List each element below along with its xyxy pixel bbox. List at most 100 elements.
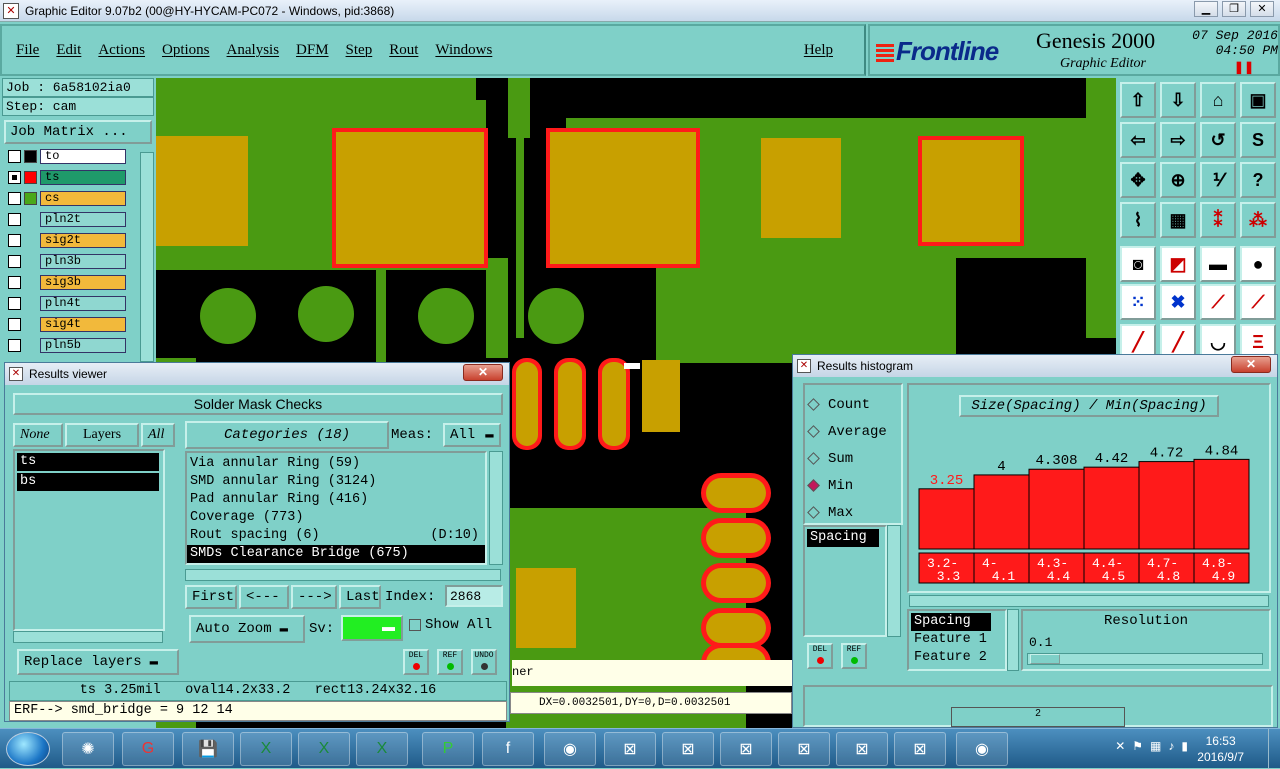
layer-checkbox[interactable] [8, 234, 21, 247]
layer-checkbox[interactable] [8, 255, 21, 268]
histogram-bar[interactable] [918, 488, 975, 550]
menu-file[interactable]: File [16, 42, 39, 59]
net-select-icon[interactable]: ⁂ [1240, 202, 1276, 238]
show-desktop-button[interactable] [1268, 729, 1280, 769]
feature-list-item[interactable]: Feature 1 [911, 631, 1005, 649]
layer-name[interactable]: cs [40, 191, 126, 206]
category-item[interactable]: SMD annular Ring (3124) [187, 473, 485, 491]
taskbar-excel2-icon[interactable]: X [298, 732, 350, 766]
resolution-slider-thumb[interactable] [1030, 654, 1060, 664]
layer-color-swatch[interactable] [24, 150, 37, 163]
layer-checkbox[interactable] [8, 276, 21, 289]
menu-dfm[interactable]: DFM [296, 42, 329, 59]
taskbar-window6-icon[interactable]: ⊠ [894, 732, 946, 766]
category-item[interactable]: Via annular Ring (59) [187, 455, 485, 473]
category-item[interactable]: SMDs Clearance Bridge (675) [187, 545, 485, 563]
close-window-button[interactable]: ✕ [1250, 1, 1274, 17]
tray-power-icon[interactable]: ▮ [1181, 739, 1188, 753]
menu-help[interactable]: Help [804, 42, 833, 59]
taskbar-window1-icon[interactable]: ⊠ [604, 732, 656, 766]
histogram-list-scrollbar[interactable] [887, 525, 901, 637]
layer-name[interactable]: to [40, 149, 126, 164]
layer-name[interactable]: sig3b [40, 275, 126, 290]
taskbar-save-icon[interactable]: 💾 [182, 732, 234, 766]
undo-button[interactable]: UNDO [471, 649, 497, 675]
layer-list-scrollbar[interactable] [140, 152, 154, 362]
menu-rout[interactable]: Rout [389, 42, 418, 59]
menu-windows[interactable]: Windows [435, 42, 492, 59]
category-item[interactable]: Rout spacing (6) (D:10) [187, 527, 485, 545]
layer-row[interactable]: pln3b [4, 253, 154, 270]
refresh-button[interactable]: REF [437, 649, 463, 675]
feature-list-item[interactable]: Spacing [911, 613, 991, 631]
layer-checkbox[interactable] [8, 339, 21, 352]
layer-color-swatch[interactable] [24, 339, 37, 352]
histogram-bar[interactable] [973, 474, 1030, 550]
pad-icon[interactable]: ● [1240, 246, 1276, 282]
layer-checkbox[interactable] [8, 150, 21, 163]
menu-edit[interactable]: Edit [56, 42, 81, 59]
layer-row[interactable]: sig4t [4, 316, 154, 333]
layer-name[interactable]: pln2t [40, 212, 126, 227]
index-input[interactable] [445, 585, 503, 607]
layer-name[interactable]: sig2t [40, 233, 126, 248]
connect-icon[interactable]: ⁙ [1120, 284, 1156, 320]
arrow-line-icon[interactable]: ⟋ [1240, 284, 1276, 320]
start-button[interactable] [6, 732, 50, 766]
layer-name[interactable]: ts [40, 170, 126, 185]
layer-color-swatch[interactable] [24, 255, 37, 268]
undo-view-icon[interactable]: ↺ [1200, 122, 1236, 158]
grid-icon[interactable]: ▦ [1160, 202, 1196, 238]
layer-name[interactable]: pln3b [40, 254, 126, 269]
layer-color-swatch[interactable] [24, 318, 37, 331]
histogram-list[interactable]: Spacing [803, 525, 887, 637]
layer-checkbox[interactable] [8, 171, 21, 184]
histogram-list-item[interactable]: Spacing [807, 529, 879, 547]
layer-color-swatch[interactable] [24, 276, 37, 289]
ruler-icon[interactable]: ▬ [1200, 246, 1236, 282]
pan-right-icon[interactable]: ⇨ [1160, 122, 1196, 158]
measure-icon[interactable]: ⌇ [1120, 202, 1156, 238]
all-button[interactable]: All [141, 423, 175, 447]
histogram-close-button[interactable]: ✕ [1231, 356, 1271, 373]
taskbar-app-shell-icon[interactable]: ✺ [62, 732, 114, 766]
show-all-checkbox[interactable] [409, 619, 421, 631]
tray-x-icon[interactable]: ✕ [1115, 739, 1125, 753]
layer-checkbox[interactable] [8, 192, 21, 205]
layer-name[interactable]: pln4t [40, 296, 126, 311]
taskbar-excel-icon[interactable]: X [240, 732, 292, 766]
meas-dropdown[interactable]: All ▬ [443, 423, 501, 447]
feature-list-scrollbar[interactable] [1007, 609, 1019, 671]
category-list[interactable]: Via annular Ring (59) SMD annular Ring (3… [185, 451, 487, 565]
pause-icon[interactable]: ❚❚ [1234, 60, 1254, 74]
layer-row[interactable]: sig2t [4, 232, 154, 249]
histogram-refresh-button[interactable]: REF [841, 643, 867, 669]
feature-list-item[interactable]: Feature 2 [911, 649, 1005, 667]
minimize-button[interactable]: ▁ [1194, 1, 1218, 17]
layer-name[interactable]: pln5b [40, 338, 126, 353]
histogram-delete-button[interactable]: DEL [807, 643, 833, 669]
layer-checkbox[interactable] [8, 318, 21, 331]
polygon-icon[interactable]: ◩ [1160, 246, 1196, 282]
pan-down-icon[interactable]: ⇩ [1160, 82, 1196, 118]
first-button[interactable]: First [185, 585, 237, 609]
taskbar-clock[interactable]: 16:53 2016/9/7 [1197, 733, 1244, 765]
layer-row[interactable]: cs [4, 190, 154, 207]
taskbar-window2-icon[interactable]: ⊠ [662, 732, 714, 766]
category-list-scrollbar[interactable] [489, 451, 503, 565]
taskbar-genesis2-icon[interactable]: ◉ [956, 732, 1008, 766]
menu-options[interactable]: Options [162, 42, 210, 59]
feature-icon[interactable]: ◙ [1120, 246, 1156, 282]
taskbar-p-icon[interactable]: P [422, 732, 474, 766]
layer-color-swatch[interactable] [24, 171, 37, 184]
histogram-mode-option[interactable]: Sum [805, 445, 901, 472]
taskbar-frontline-icon[interactable]: f [482, 732, 534, 766]
layer-row[interactable]: to [4, 148, 154, 165]
layer-row[interactable]: pln2t [4, 211, 154, 228]
menu-actions[interactable]: Actions [98, 42, 145, 59]
net-icon[interactable]: ⁑ [1200, 202, 1236, 238]
layer-checkbox[interactable] [8, 297, 21, 310]
job-matrix-button[interactable]: Job Matrix ... [4, 120, 152, 144]
taskbar-window3-icon[interactable]: ⊠ [720, 732, 772, 766]
categories-button[interactable]: Categories (18) [185, 421, 389, 449]
